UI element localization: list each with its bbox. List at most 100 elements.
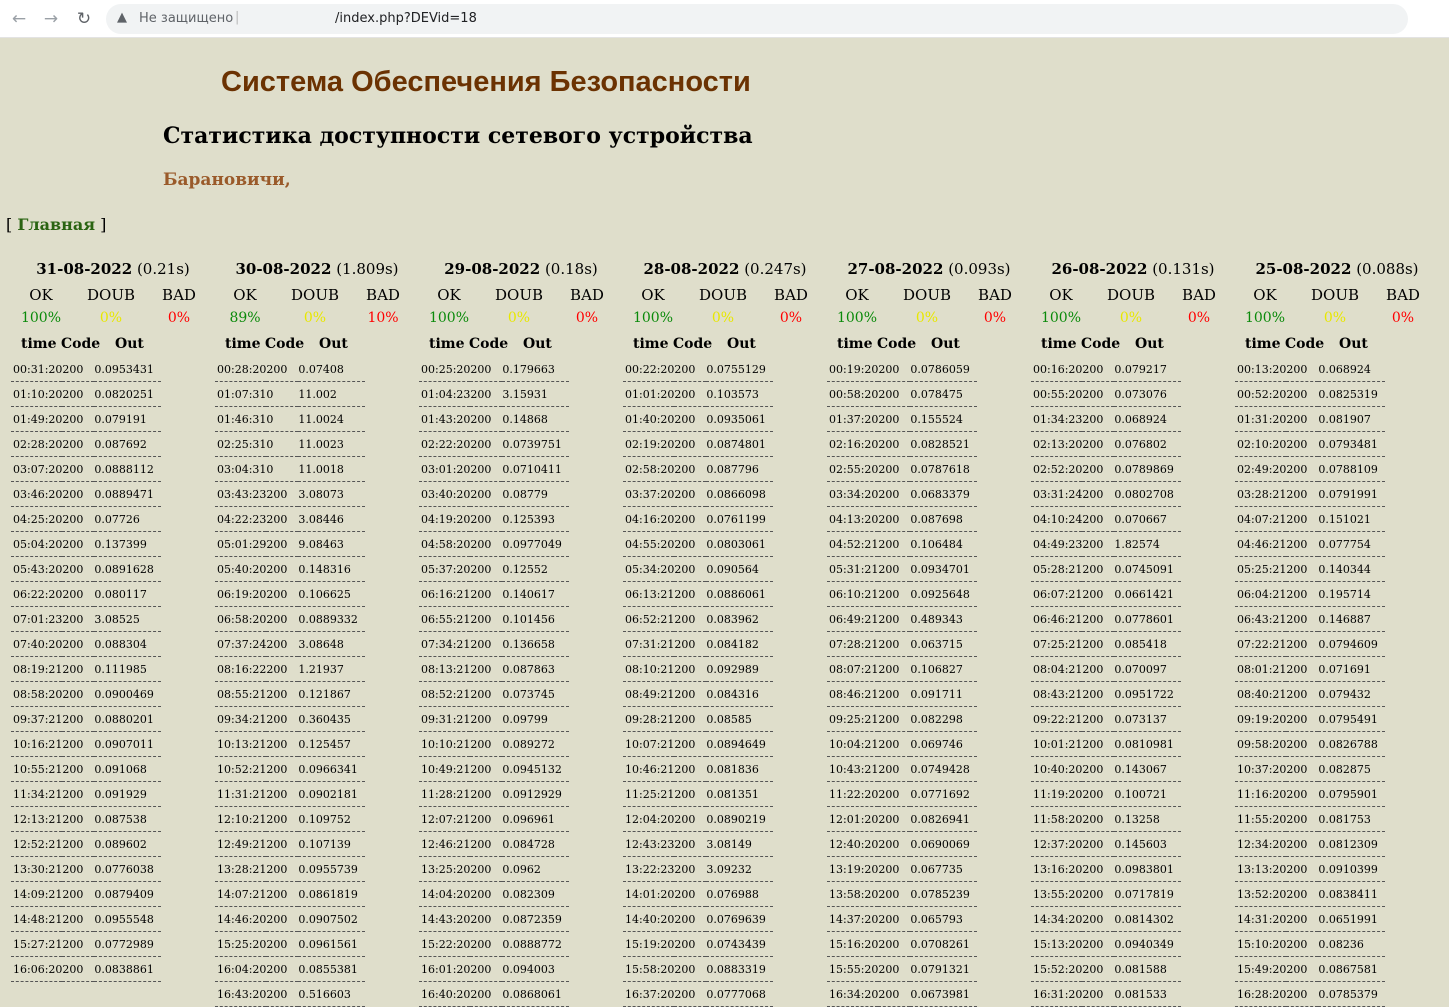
cell-out: 0.087538 — [94, 806, 161, 832]
table-row: 13:22:23 200 3.09232 — [623, 856, 773, 882]
cell-out: 0.0683379 — [910, 481, 977, 507]
cell-time: 13:22:23 — [623, 856, 675, 882]
cell-out: 0.106484 — [910, 531, 977, 557]
table-row: 04:22:23 200 3.08446 — [215, 506, 365, 532]
cell-code: 200 — [266, 606, 299, 632]
table-row: 16:31:20 200 0.081533 — [1031, 981, 1181, 1007]
cell-out: 0.0867581 — [1318, 956, 1385, 982]
table-row: 02:49:20 200 0.0788109 — [1235, 456, 1385, 482]
cell-code: 200 — [62, 831, 95, 857]
cell-out: 0.073076 — [1114, 381, 1181, 407]
table-row: 05:25:21 200 0.140344 — [1235, 556, 1385, 582]
cell-code: 200 — [674, 656, 707, 682]
cell-time: 11:31:21 — [215, 781, 267, 807]
table-row: 10:55:21 200 0.091068 — [11, 756, 161, 782]
column-header-time: time — [429, 336, 465, 352]
table-row: 11:55:20 200 0.081753 — [1235, 806, 1385, 832]
cell-code: 200 — [674, 357, 707, 382]
cell-code: 0 — [266, 431, 299, 457]
cell-out: 0.0772989 — [94, 931, 161, 957]
cell-time: 01:34:23 — [1031, 406, 1083, 432]
cell-code: 200 — [62, 581, 95, 607]
table-row: 12:37:20 200 0.145603 — [1031, 831, 1181, 857]
back-arrow-icon[interactable]: ← — [8, 8, 30, 30]
cell-out: 0.0785379 — [1318, 981, 1385, 1007]
cell-code: 200 — [1082, 756, 1115, 782]
cell-code: 200 — [266, 831, 299, 857]
cell-code: 200 — [878, 681, 911, 707]
cell-code: 200 — [674, 806, 707, 832]
column-header-code: Code — [265, 336, 305, 352]
cell-time: 15:27:21 — [11, 931, 63, 957]
cell-code: 200 — [62, 506, 95, 532]
cell-time: 00:28:20 — [215, 357, 267, 382]
url-text[interactable]: /index.php?DEVid=18 — [335, 11, 477, 26]
table-row: 11:16:20 200 0.0795901 — [1235, 781, 1385, 807]
cell-time: 04:55:20 — [623, 531, 675, 557]
cell-code: 200 — [470, 631, 503, 657]
table-row: 08:04:21 200 0.070097 — [1031, 656, 1181, 682]
cell-code: 200 — [62, 756, 95, 782]
table-row: 01:31:20 200 0.081907 — [1235, 406, 1385, 432]
cell-time: 07:25:21 — [1031, 631, 1083, 657]
cell-code: 200 — [62, 357, 95, 382]
table-row: 15:58:20 200 0.0883319 — [623, 956, 773, 982]
table-row: 07:01:23 200 3.08525 — [11, 606, 161, 632]
day-duration: (1.809s) — [336, 260, 399, 278]
cell-code: 200 — [1286, 357, 1319, 382]
table-row: 04:25:20 200 0.07726 — [11, 506, 161, 532]
cell-out: 0.0708261 — [910, 931, 977, 957]
reload-icon[interactable]: ↻ — [73, 8, 95, 30]
cell-code: 200 — [878, 556, 911, 582]
cell-time: 09:58:20 — [1235, 731, 1287, 757]
table-row: 11:31:21 200 0.0902181 — [215, 781, 365, 807]
table-row: 10:16:21 200 0.0907011 — [11, 731, 161, 757]
stat-label-doub: DOUB — [1107, 286, 1155, 304]
main-page-link[interactable]: Главная — [17, 215, 95, 234]
cell-out: 0.137399 — [94, 531, 161, 557]
cell-out: 0.08779 — [502, 481, 569, 507]
table-row: 07:37:24 200 3.08648 — [215, 631, 365, 657]
table-row: 10:07:21 200 0.0894649 — [623, 731, 773, 757]
cell-out: 0.0910399 — [1318, 856, 1385, 882]
cell-out: 0.0743439 — [706, 931, 773, 957]
day-duration: (0.093s) — [948, 260, 1011, 278]
security-label[interactable]: Не защищено — [139, 11, 233, 26]
cell-time: 06:58:20 — [215, 606, 267, 632]
cell-time: 02:25:31 — [215, 431, 267, 457]
table-row: 16:06:20 200 0.0838861 — [11, 956, 161, 982]
cell-out: 0.489343 — [910, 606, 977, 632]
table-row: 00:55:20 200 0.073076 — [1031, 381, 1181, 407]
cell-code: 200 — [674, 406, 707, 432]
table-row: 14:04:20 200 0.082309 — [419, 881, 569, 907]
cell-out: 0.0977049 — [502, 531, 569, 557]
table-row: 06:52:21 200 0.083962 — [623, 606, 773, 632]
cell-out: 0.0880201 — [94, 706, 161, 732]
cell-out: 0.146887 — [1318, 606, 1385, 632]
cell-time: 05:34:20 — [623, 556, 675, 582]
table-row: 07:31:21 200 0.084182 — [623, 631, 773, 657]
cell-time: 03:43:23 — [215, 481, 267, 507]
address-bar[interactable]: ▲ Не защищено | /index.php?DEVid=18 — [106, 4, 1408, 34]
stat-value-doub: 0% — [507, 310, 531, 326]
cell-out: 0.084316 — [706, 681, 773, 707]
cell-out: 0.106625 — [298, 581, 365, 607]
cell-code: 200 — [674, 831, 707, 857]
cell-code: 200 — [1082, 856, 1115, 882]
warning-icon[interactable]: ▲ — [117, 10, 127, 25]
cell-time: 15:13:20 — [1031, 931, 1083, 957]
cell-time: 08:04:21 — [1031, 656, 1083, 682]
table-row: 09:34:21 200 0.360435 — [215, 706, 365, 732]
forward-arrow-icon[interactable]: → — [40, 8, 62, 30]
stats-table: 00:22:20 200 0.0755129 01:01:20 200 0.103573 0… — [623, 357, 773, 1007]
table-row: 01:07:31 0 11.002 — [215, 381, 365, 407]
table-row: 08:01:21 200 0.071691 — [1235, 656, 1385, 682]
cell-out: 0.088304 — [94, 631, 161, 657]
table-row: 08:55:21 200 0.121867 — [215, 681, 365, 707]
cell-out: 0.0888772 — [502, 931, 569, 957]
cell-code: 200 — [1286, 881, 1319, 907]
cell-time: 06:16:21 — [419, 581, 471, 607]
cell-out: 0.0890219 — [706, 806, 773, 832]
cell-time: 11:16:20 — [1235, 781, 1287, 807]
cell-code: 200 — [470, 931, 503, 957]
